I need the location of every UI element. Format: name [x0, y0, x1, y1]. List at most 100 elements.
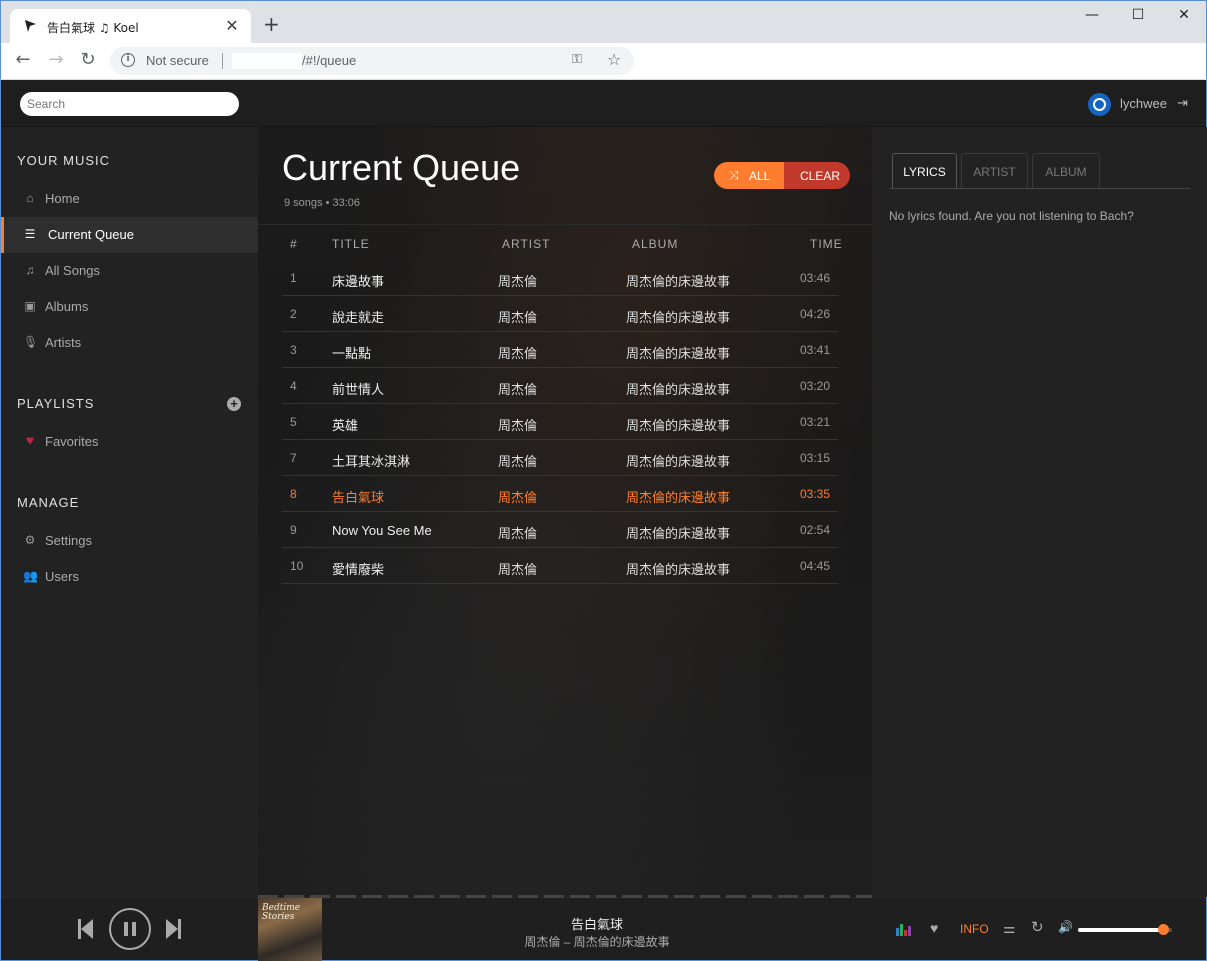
previous-track-icon[interactable] — [78, 919, 94, 939]
logout-icon[interactable]: ⇥ — [1177, 95, 1188, 111]
playlists-heading: PLAYLISTS — [17, 396, 95, 411]
table-row[interactable]: 5 英雄 周杰倫 周杰倫的床邊故事 03:21 — [282, 404, 838, 440]
now-playing-title: 告白氣球 — [570, 917, 623, 932]
add-playlist-icon[interactable]: + — [227, 397, 241, 411]
clear-label: CLEAR — [800, 169, 841, 183]
volume-slider[interactable] — [1078, 924, 1172, 935]
track-number: 10 — [290, 559, 304, 573]
reload-icon[interactable]: ↻ — [77, 49, 99, 71]
table-row[interactable]: 7 土耳其冰淇淋 周杰倫 周杰倫的床邊故事 03:15 — [282, 440, 838, 476]
shuffle-icon: ⤨ — [729, 168, 739, 182]
song-title: 土耳其冰淇淋 — [332, 454, 411, 469]
info-button[interactable]: INFO — [960, 922, 989, 936]
track-number: 9 — [290, 523, 297, 537]
cover-text: Bedtime Stories — [262, 903, 301, 922]
sidebar-item-all-songs[interactable]: ♫ All Songs — [1, 253, 258, 289]
song-time: 03:35 — [799, 487, 830, 501]
minimize-button[interactable]: — — [1082, 7, 1102, 23]
info-icon[interactable]: i — [121, 53, 135, 67]
table-row[interactable]: 3 一點點 周杰倫 周杰倫的床邊故事 03:41 — [282, 332, 838, 368]
sidebar-item-current-queue[interactable]: ☰ Current Queue — [1, 217, 258, 253]
column-header-title[interactable]: TITLE — [332, 237, 370, 251]
tab-lyrics[interactable]: LYRICS — [892, 153, 957, 189]
shuffle-all-button[interactable]: ⤨ ALL — [714, 162, 784, 189]
song-time: 03:41 — [799, 343, 830, 357]
table-row[interactable]: 1 床邊故事 周杰倫 周杰倫的床邊故事 03:46 — [282, 260, 838, 296]
search-input[interactable] — [20, 92, 239, 116]
song-title: 說走就走 — [332, 310, 385, 325]
song-album: 周杰倫的床邊故事 — [626, 346, 731, 361]
user-name[interactable]: lychwee — [1120, 96, 1167, 111]
security-label: Not secure — [146, 53, 209, 68]
key-icon[interactable]: ⚿ — [572, 52, 582, 67]
table-row[interactable]: 4 前世情人 周杰倫 周杰倫的床邊故事 03:20 — [282, 368, 838, 404]
address-bar[interactable]: i Not secure /#!/queue ⚿ ☆ — [110, 47, 634, 75]
column-header-time[interactable]: TIME — [810, 237, 843, 251]
table-row[interactable]: 10 愛情廢柴 周杰倫 周杰倫的床邊故事 04:45 — [282, 548, 838, 584]
users-icon: 👥 — [23, 569, 38, 583]
tab-close-icon[interactable]: ✕ — [223, 16, 241, 35]
song-artist: 周杰倫 — [498, 382, 538, 397]
tab-artist[interactable]: ARTIST — [961, 153, 1028, 189]
table-row[interactable]: 8 告白氣球 周杰倫 周杰倫的床邊故事 03:35 — [282, 476, 838, 512]
tab-album[interactable]: ALBUM — [1032, 153, 1100, 189]
forward-arrow-icon[interactable]: → — [45, 49, 67, 71]
sidebar-item-label: Artists — [45, 335, 82, 350]
gear-icon: ⚙ — [24, 533, 36, 547]
song-title: 一點點 — [332, 346, 372, 361]
bookmark-star-icon[interactable]: ☆ — [607, 50, 621, 69]
song-artist: 周杰倫 — [498, 418, 538, 433]
song-time: 03:46 — [799, 271, 830, 285]
visualizer-icon[interactable] — [896, 922, 912, 936]
song-album: 周杰倫的床邊故事 — [626, 562, 731, 577]
browser-tab-strip: 告白氣球 ♫ Koel ✕ + — ☐ ✕ — [0, 0, 1207, 44]
song-title: 前世情人 — [332, 382, 385, 397]
sidebar: YOUR MUSIC ⌂ Home ☰ Current Queue ♫ All … — [1, 127, 258, 897]
track-number: 5 — [290, 415, 297, 429]
new-tab-button[interactable]: + — [263, 14, 280, 34]
volume-icon[interactable]: 🔊 — [1058, 920, 1073, 934]
browser-tab[interactable]: 告白氣球 ♫ Koel ✕ — [10, 9, 251, 44]
maximize-button[interactable]: ☐ — [1128, 7, 1148, 23]
table-row[interactable]: 2 說走就走 周杰倫 周杰倫的床邊故事 04:26 — [282, 296, 838, 332]
like-heart-icon[interactable]: ♥ — [930, 920, 938, 936]
pause-button[interactable] — [109, 908, 151, 950]
sidebar-item-settings[interactable]: ⚙ Settings — [1, 523, 258, 559]
clear-queue-button[interactable]: CLEAR — [784, 162, 850, 189]
sidebar-item-artists[interactable]: 🎙 Artists — [1, 325, 258, 361]
close-window-button[interactable]: ✕ — [1174, 7, 1194, 23]
song-time: 03:20 — [799, 379, 830, 393]
player-bar: Bedtime Stories 告白氣球 周杰倫 – 周杰倫的床邊故事 ♥ IN… — [1, 895, 1206, 961]
volume-knob[interactable] — [1157, 924, 1169, 935]
album-icon: ▣ — [24, 299, 36, 313]
tab-underline — [890, 188, 1190, 189]
app-header: lychwee ⇥ — [1, 80, 1206, 127]
table-row[interactable]: 9 Now You See Me 周杰倫 周杰倫的床邊故事 02:54 — [282, 512, 838, 548]
sidebar-item-favorites[interactable]: ♥ Favorites — [1, 424, 258, 460]
album-cover[interactable]: Bedtime Stories — [258, 898, 322, 961]
track-number: 2 — [290, 307, 297, 321]
sidebar-item-users[interactable]: 👥 Users — [1, 559, 258, 595]
progress-bar[interactable] — [258, 895, 872, 898]
back-arrow-icon[interactable]: ← — [12, 49, 34, 71]
song-album: 周杰倫的床邊故事 — [626, 418, 731, 433]
track-number: 4 — [290, 379, 297, 393]
column-header-album[interactable]: ALBUM — [632, 237, 678, 251]
address-separator — [222, 53, 223, 69]
avatar[interactable] — [1088, 93, 1111, 116]
next-track-icon[interactable] — [166, 919, 182, 939]
equalizer-icon[interactable]: ⚌ — [1003, 920, 1016, 937]
repeat-icon[interactable]: ↻ — [1031, 918, 1044, 936]
song-time: 03:21 — [799, 415, 830, 429]
song-time: 03:15 — [799, 451, 830, 465]
sidebar-item-albums[interactable]: ▣ Albums — [1, 289, 258, 325]
column-header-num[interactable]: # — [290, 237, 298, 251]
song-artist: 周杰倫 — [498, 454, 538, 469]
tab-title: 告白氣球 ♫ Koel — [47, 21, 139, 35]
lyrics-text: No lyrics found. Are you not listening t… — [889, 209, 1134, 223]
shuffle-all-label: ALL — [749, 169, 771, 183]
column-header-artist[interactable]: ARTIST — [502, 237, 550, 251]
manage-heading: MANAGE — [17, 495, 80, 510]
song-title: 床邊故事 — [332, 274, 385, 289]
sidebar-item-home[interactable]: ⌂ Home — [1, 181, 258, 217]
